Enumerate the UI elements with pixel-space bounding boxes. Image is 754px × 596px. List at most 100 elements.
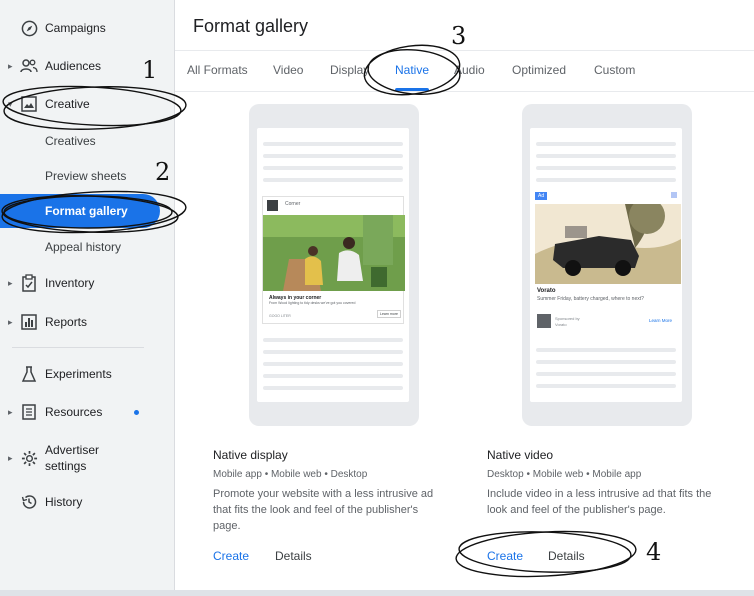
tab-display[interactable]: Display bbox=[330, 63, 369, 77]
ad-photo bbox=[263, 215, 405, 291]
annotation-number: 3 bbox=[451, 22, 467, 50]
details-button[interactable]: Details bbox=[275, 549, 312, 563]
sidebar-item-resources[interactable]: ▸ Resources bbox=[0, 395, 174, 429]
ad-footer: GOGO LITER bbox=[269, 314, 291, 318]
sidebar-divider bbox=[12, 347, 144, 348]
page-title: Format gallery bbox=[193, 16, 309, 36]
sidebar-item-label: Resources bbox=[45, 405, 103, 419]
sidebar-item-preview-sheets[interactable]: Preview sheets bbox=[0, 159, 174, 193]
bar-chart-icon bbox=[20, 313, 38, 331]
ad-body: Summer Friday, battery charged, where to… bbox=[537, 296, 644, 302]
placeholder-line bbox=[536, 178, 676, 182]
card-title-native-video: Native video bbox=[487, 448, 554, 462]
clipboard-icon bbox=[20, 274, 38, 292]
list-doc-icon bbox=[20, 403, 38, 421]
placeholder-line bbox=[263, 350, 403, 354]
sidebar-item-label: Campaigns bbox=[45, 21, 106, 35]
video-thumbnail bbox=[535, 204, 681, 284]
sidebar-nav: Campaigns ▸ Audiences ▾ Creative Creativ… bbox=[0, 0, 174, 596]
annotation-number: 2 bbox=[155, 158, 171, 186]
tab-audio[interactable]: Audio bbox=[454, 63, 485, 77]
card-description: Promote your website with a less intrusi… bbox=[213, 486, 453, 534]
chevron-right-icon[interactable]: ▸ bbox=[8, 453, 16, 464]
desc-line: Include video in a less intrusive ad tha… bbox=[487, 488, 712, 500]
sidebar-item-history[interactable]: History bbox=[0, 485, 174, 519]
sidebar-item-label: Inventory bbox=[45, 276, 95, 290]
annotation-number: 4 bbox=[646, 538, 662, 566]
chevron-down-icon[interactable]: ▾ bbox=[8, 99, 16, 110]
tab-optimized[interactable]: Optimized bbox=[512, 63, 566, 77]
tab-video[interactable]: Video bbox=[273, 63, 303, 77]
brand-logo bbox=[267, 200, 278, 211]
placeholder-line bbox=[536, 372, 676, 376]
chevron-right-icon[interactable]: ▸ bbox=[8, 407, 16, 418]
sidebar-item-label: Reports bbox=[45, 315, 88, 329]
desc-line: page. bbox=[213, 520, 241, 532]
chevron-right-icon[interactable]: ▸ bbox=[8, 61, 16, 72]
placeholder-line bbox=[263, 338, 403, 342]
active-tab-indicator bbox=[395, 88, 429, 91]
placeholder-line bbox=[263, 154, 403, 158]
placeholder-line bbox=[263, 386, 403, 390]
chevron-right-icon[interactable]: ▸ bbox=[8, 278, 16, 289]
native-display-preview[interactable]: Corner Always in your corner From Wood l… bbox=[249, 104, 419, 426]
image-icon bbox=[20, 95, 38, 113]
card-platforms: Desktop • Mobile web • Mobile app bbox=[487, 469, 642, 480]
card-description: Include video in a less intrusive ad tha… bbox=[487, 486, 727, 518]
sidebar-item-campaigns[interactable]: Campaigns bbox=[0, 11, 174, 45]
sidebar-item-creative[interactable]: ▾ Creative bbox=[0, 87, 174, 121]
native-video-preview[interactable]: Ad Vorato Summer Friday, battery charged… bbox=[522, 104, 692, 426]
gear-icon bbox=[20, 449, 38, 467]
bottom-bar bbox=[0, 590, 754, 596]
sidebar-item-label: settings bbox=[45, 459, 87, 473]
sidebar-item-appeal-history[interactable]: Appeal history bbox=[0, 230, 174, 264]
sidebar-item-label: Creatives bbox=[45, 134, 96, 148]
tab-native[interactable]: Native bbox=[395, 63, 429, 77]
ad-badge: Ad bbox=[535, 192, 548, 200]
phone-screen: Ad Vorato Summer Friday, battery charged… bbox=[530, 128, 682, 402]
placeholder-line bbox=[263, 178, 403, 182]
details-button[interactable]: Details bbox=[548, 549, 585, 563]
desc-line: look and feel of the publisher's page. bbox=[487, 504, 666, 516]
placeholder-line bbox=[536, 142, 676, 146]
ad-body: From Wood lighting to tidy desks we've g… bbox=[269, 301, 356, 305]
new-indicator-dot bbox=[134, 410, 139, 415]
placeholder-line bbox=[263, 362, 403, 366]
sidebar-item-experiments[interactable]: Experiments bbox=[0, 357, 174, 391]
placeholder-line bbox=[536, 166, 676, 170]
ad-sponsor-label: Sponsored by bbox=[555, 316, 580, 321]
card-platforms: Mobile app • Mobile web • Desktop bbox=[213, 469, 368, 480]
compass-icon bbox=[20, 19, 38, 37]
sidebar-item-creatives[interactable]: Creatives bbox=[0, 124, 174, 158]
sidebar-item-label: Format gallery bbox=[45, 204, 128, 218]
sidebar-item-label: Preview sheets bbox=[45, 169, 127, 183]
sidebar-item-label: Audiences bbox=[45, 59, 102, 73]
card-title-native-display: Native display bbox=[213, 448, 288, 462]
ad-brand: Corner bbox=[285, 201, 301, 207]
tab-custom[interactable]: Custom bbox=[594, 63, 635, 77]
tab-all-formats[interactable]: All Formats bbox=[187, 63, 248, 77]
create-button[interactable]: Create bbox=[487, 549, 523, 563]
create-button[interactable]: Create bbox=[213, 549, 249, 563]
sidebar-item-label: History bbox=[45, 495, 83, 509]
sidebar-item-label: Appeal history bbox=[45, 240, 122, 254]
placeholder-line bbox=[263, 166, 403, 170]
sidebar-item-format-gallery[interactable]: Format gallery bbox=[0, 194, 160, 228]
native-video-ad-card: Ad Vorato Summer Friday, battery charged… bbox=[535, 192, 681, 338]
placeholder-line bbox=[536, 384, 676, 388]
ad-cta-link: Learn More bbox=[649, 318, 673, 323]
placeholder-line bbox=[536, 348, 676, 352]
ad-headline: Vorato bbox=[537, 288, 556, 294]
sidebar-item-reports[interactable]: ▸ Reports bbox=[0, 305, 174, 339]
phone-screen: Corner Always in your corner From Wood l… bbox=[257, 128, 409, 402]
sidebar-item-advertiser-settings[interactable]: ▸ Advertiser settings bbox=[0, 440, 174, 476]
ad-cta-button: Learn more bbox=[377, 310, 401, 318]
format-tabs: All Formats Video Display Native Audio O… bbox=[175, 50, 754, 92]
people-icon bbox=[20, 57, 38, 75]
annotation-number: 1 bbox=[142, 56, 158, 84]
ad-sponsor-name: Vorato bbox=[555, 322, 567, 327]
flask-icon bbox=[20, 365, 38, 383]
chevron-right-icon[interactable]: ▸ bbox=[8, 317, 16, 328]
desc-line: that fits the look and feel of the publi… bbox=[213, 504, 419, 516]
sidebar-item-inventory[interactable]: ▸ Inventory bbox=[0, 266, 174, 300]
